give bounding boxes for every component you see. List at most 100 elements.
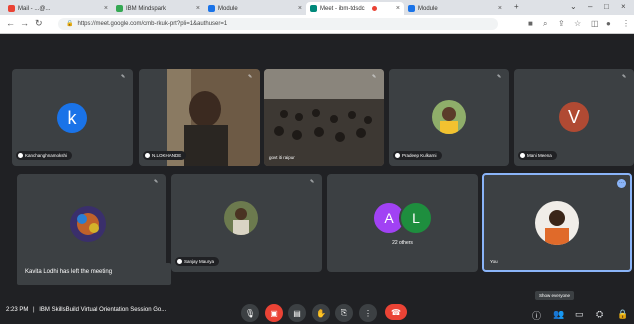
share-icon[interactable]: ⇪ [558, 19, 565, 28]
address-bar: ← → ↻ 🔒 https://meet.google.com/cmb-rkuk-… [0, 15, 634, 34]
clock-time: 2:23 PM [6, 307, 29, 313]
menu-icon[interactable]: ⋮ [622, 19, 630, 28]
pin-icon [395, 153, 400, 158]
leave-call-button[interactable]: ☎ [385, 304, 407, 320]
tab-favicon-icon [208, 5, 215, 12]
camera-off-icon: ▣ [270, 308, 278, 318]
avatar-initial: A [384, 210, 394, 226]
activities-icon[interactable]: ⛭ [596, 309, 603, 320]
close-icon[interactable]: × [498, 5, 502, 12]
more-options-button[interactable]: ⋮ [359, 304, 377, 322]
participant-name: Pradeep Kulkarni [402, 153, 437, 158]
participant-name: You [490, 259, 498, 264]
pin-icon [145, 153, 150, 158]
participant-tile[interactable]: ✎ govt iti raipur [264, 69, 384, 166]
participant-tile[interactable]: ✎ [17, 174, 166, 272]
self-tile[interactable]: ⋯ You [482, 173, 632, 272]
participant-name-chip: Kanchanghnamokshi [16, 151, 73, 160]
url-field[interactable]: 🔒 https://meet.google.com/cmb-rkuk-prt?pl… [58, 18, 498, 30]
avatar: V [559, 102, 589, 132]
chevron-down-icon[interactable]: ⌄ [570, 2, 577, 11]
participant-name: Sanjay Maurya [184, 259, 215, 264]
tab-label: Meet - ibm-tdsdc [320, 5, 365, 12]
minimize-icon[interactable]: – [588, 2, 592, 11]
separator: | [33, 307, 35, 313]
others-count: 22 others [392, 240, 413, 246]
new-tab-icon[interactable]: + [514, 2, 519, 11]
back-icon[interactable]: ← [6, 18, 15, 28]
participant-name: govt iti raipur [269, 155, 295, 160]
close-window-icon[interactable]: × [621, 2, 626, 11]
mic-off-icon: ✎ [121, 74, 126, 80]
browser-tab-bar: Mail - ...@... × IBM Mindspark × Module … [0, 0, 634, 15]
profile-photo [70, 206, 106, 242]
participant-tile[interactable]: ✎ Sanjay Maurya [171, 174, 322, 272]
browser-tab[interactable]: Module × [204, 2, 306, 15]
tab-favicon-icon [116, 5, 123, 12]
tab-label: Mail - ...@... [18, 5, 51, 12]
participant-tile[interactable]: ✎ N.LOKHANDE [139, 69, 260, 166]
notification-toast: Kavita Lodhi has left the meeting [17, 263, 171, 285]
profile-photo [224, 201, 258, 235]
more-options-icon[interactable]: ⋯ [617, 179, 626, 188]
star-icon[interactable]: ☆ [574, 19, 581, 28]
people-icon[interactable]: 👥 [553, 309, 564, 320]
avatar: k [57, 103, 87, 133]
participant-tile[interactable]: ✎ k Kanchanghnamokshi [12, 69, 133, 166]
mic-off-icon: ✎ [310, 179, 315, 185]
browser-tab[interactable]: Mail - ...@... × [4, 2, 112, 15]
profile-photo [535, 201, 579, 245]
browser-tab[interactable]: Module × [404, 2, 506, 15]
zoom-icon[interactable]: ⌕ [543, 19, 547, 29]
mic-off-icon: ✎ [497, 74, 502, 80]
captions-button[interactable]: ▤ [288, 304, 306, 322]
host-controls-icon[interactable]: 🔒 [617, 309, 628, 320]
close-icon[interactable]: × [104, 5, 108, 12]
others-tile[interactable]: A L 22 others [327, 174, 478, 272]
browser-tab[interactable]: IBM Mindspark × [112, 2, 204, 15]
tab-favicon-icon [408, 5, 415, 12]
avatar-initial: k [67, 107, 77, 128]
captions-icon: ▤ [293, 308, 301, 318]
avatar: L [399, 201, 433, 235]
lock-icon: 🔒 [66, 21, 74, 27]
tooltip: Show everyone [535, 291, 575, 300]
raise-hand-button[interactable]: ✋ [312, 304, 330, 322]
recording-dot-icon [371, 6, 377, 11]
chat-icon[interactable]: ▭ [575, 309, 584, 320]
browser-tab-active[interactable]: Meet - ibm-tdsdc × [306, 2, 404, 15]
meeting-details: 2:23 PM | IBM SkillsBuild Virtual Orient… [6, 307, 166, 313]
mic-button[interactable]: 🎙 [241, 304, 259, 322]
tab-label: IBM Mindspark [126, 5, 167, 12]
close-icon[interactable]: × [298, 5, 302, 12]
extensions-icon[interactable]: ◫ [591, 19, 599, 28]
close-icon[interactable]: × [396, 5, 400, 12]
participant-name-chip: Sanjay Maurya [175, 257, 220, 266]
avatar [224, 201, 258, 235]
maximize-icon[interactable]: □ [604, 2, 609, 11]
more-vertical-icon: ⋮ [364, 308, 372, 318]
participant-tile[interactable]: ✎ Pradeep Kulkarni [389, 69, 509, 166]
camera-icon[interactable]: ■ [528, 19, 533, 28]
participant-name: Mani Meena [527, 153, 552, 158]
url-text: https://meet.google.com/cmb-rkuk-prt?pli… [77, 21, 228, 27]
avatar [432, 100, 466, 134]
camera-button[interactable]: ▣ [265, 304, 283, 322]
close-icon[interactable]: × [196, 5, 200, 12]
pin-icon [18, 153, 23, 158]
avatar-initial: V [567, 106, 580, 127]
participant-name: Kanchanghnamokshi [25, 153, 68, 158]
info-icon[interactable]: ⓘ [532, 309, 541, 322]
forward-icon[interactable]: → [20, 18, 29, 28]
meeting-title: IBM SkillsBuild Virtual Orientation Sess… [39, 307, 167, 313]
participant-name-chip: N.LOKHANDE [143, 151, 187, 160]
mic-off-icon: ✎ [372, 74, 377, 80]
avatar [70, 206, 106, 242]
tab-label: Module [218, 5, 238, 12]
reload-icon[interactable]: ↻ [35, 18, 43, 29]
present-button[interactable]: ⎘ [335, 304, 353, 322]
participant-name-chip: Pradeep Kulkarni [393, 151, 442, 160]
hand-icon: ✋ [316, 308, 326, 318]
participant-tile[interactable]: ✎ V Mani Meena [514, 69, 634, 166]
profile-icon[interactable]: ● [606, 19, 611, 28]
